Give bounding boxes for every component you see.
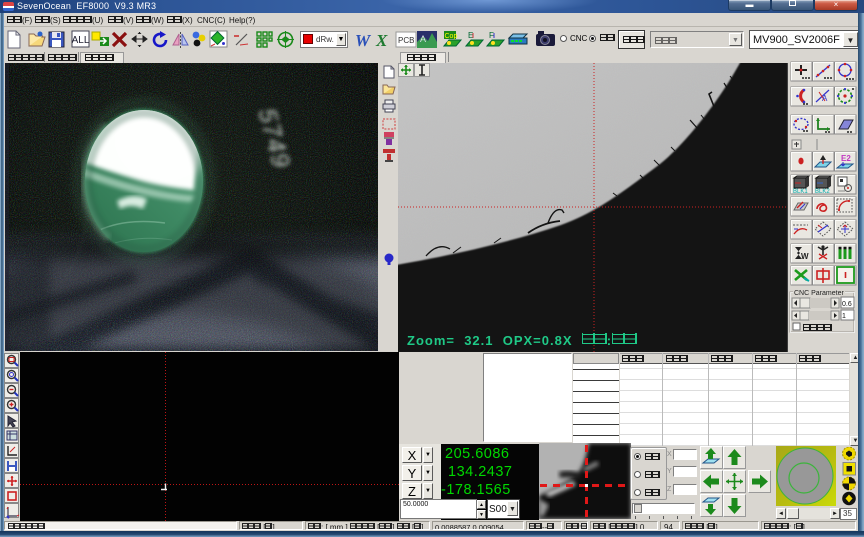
svg-text:BLK1: BLK1 bbox=[793, 189, 808, 195]
svg-text:W: W bbox=[801, 252, 809, 261]
svg-text:W: W bbox=[355, 31, 372, 50]
svg-text:E2: E2 bbox=[841, 154, 851, 163]
svg-text:0.6: 0.6 bbox=[842, 301, 852, 308]
svg-text:A: A bbox=[822, 94, 828, 103]
svg-text:CNC Parameter: CNC Parameter bbox=[794, 290, 844, 297]
svg-text:PCB: PCB bbox=[398, 36, 414, 45]
svg-text:BLK2: BLK2 bbox=[815, 189, 830, 195]
svg-text:ALL: ALL bbox=[72, 35, 90, 46]
svg-text:F: F bbox=[489, 31, 494, 40]
svg-text:1: 1 bbox=[842, 313, 846, 320]
svg-text:X: X bbox=[375, 31, 388, 50]
svg-text:A: A bbox=[420, 34, 426, 44]
svg-text:Cop: Cop bbox=[445, 33, 458, 40]
